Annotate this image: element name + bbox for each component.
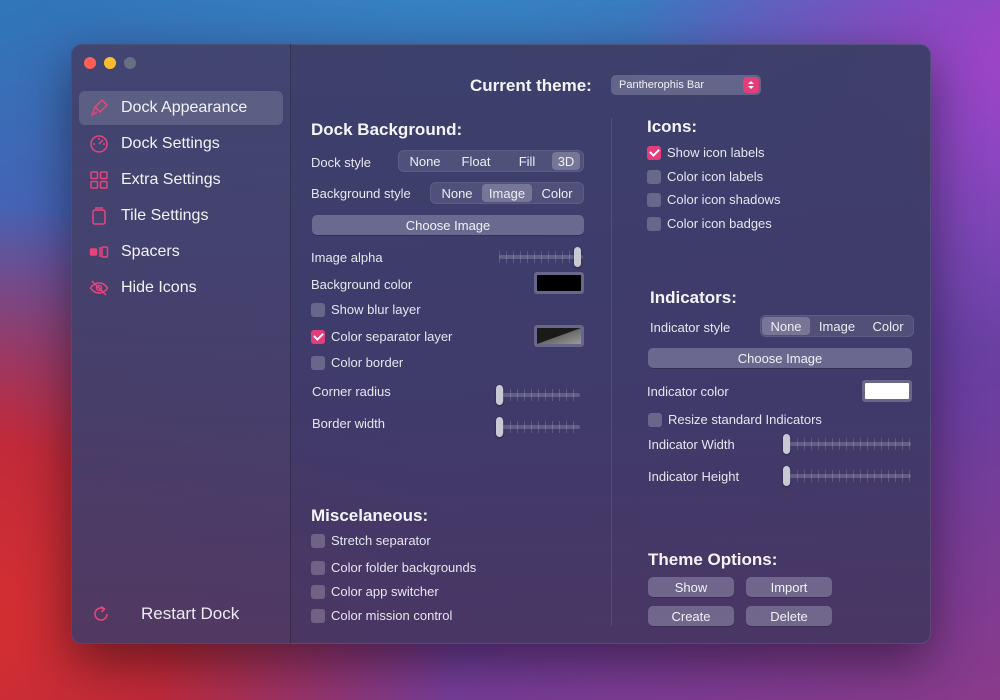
current-theme-label: Current theme:	[470, 76, 592, 95]
indicator-style-none[interactable]: None	[762, 317, 810, 335]
background-color-well[interactable]	[534, 272, 584, 294]
indicator-height-knob[interactable]	[783, 466, 790, 486]
icons-title: Icons:	[647, 117, 698, 136]
sidebar-item-hide-icons[interactable]: Hide Icons	[79, 271, 283, 305]
grid-icon	[89, 170, 109, 190]
indicator-style-image[interactable]: Image	[810, 317, 864, 335]
indicator-height-slider[interactable]	[783, 466, 911, 486]
image-alpha-slider[interactable]	[499, 247, 583, 267]
chevron-updown-icon	[743, 77, 759, 93]
indicator-style-label: Indicator style	[650, 320, 731, 335]
eye-slash-icon	[89, 278, 109, 298]
sidebar-item-dock-appearance[interactable]: Dock Appearance	[79, 91, 283, 125]
restart-dock-button[interactable]: Restart Dock	[91, 604, 239, 624]
brush-icon	[89, 98, 109, 118]
window-controls	[84, 57, 136, 69]
color-mission-control-checkbox[interactable]: Color mission control	[311, 608, 452, 623]
image-alpha-label: Image alpha	[311, 250, 383, 265]
background-color-label: Background color	[311, 277, 413, 292]
create-theme-button[interactable]: Create	[648, 606, 734, 626]
background-style-segmented: None Image Color	[430, 182, 584, 204]
show-blur-layer-checkbox[interactable]: Show blur layer	[311, 302, 421, 317]
minimize-window-button[interactable]	[104, 57, 116, 69]
sidebar-item-label: Dock Settings	[121, 135, 220, 152]
dock-background-title: Dock Background:	[311, 120, 463, 139]
indicator-style-color[interactable]: Color	[864, 317, 912, 335]
choose-indicator-image-button[interactable]: Choose Image	[648, 348, 912, 368]
corner-radius-slider[interactable]	[496, 385, 580, 405]
indicator-height-label: Indicator Height	[648, 469, 740, 484]
restart-icon	[94, 605, 108, 621]
column-divider	[611, 118, 612, 626]
spacer-icon	[89, 242, 109, 262]
sidebar: Dock Appearance Dock Settings Extra Sett…	[71, 44, 291, 644]
separator-color-fill	[537, 328, 581, 344]
background-style-label: Background style	[311, 186, 411, 201]
color-border-checkbox[interactable]: Color border	[311, 355, 403, 370]
background-color-fill	[537, 275, 581, 291]
theme-select-value: Pantherophis Bar	[619, 79, 704, 91]
indicator-style-segmented: None Image Color	[760, 315, 914, 337]
color-app-switcher-checkbox[interactable]: Color app switcher	[311, 584, 439, 599]
resize-standard-indicators-checkbox[interactable]: Resize standard Indicators	[648, 412, 822, 427]
choose-background-image-button[interactable]: Choose Image	[312, 215, 584, 235]
indicator-width-slider[interactable]	[783, 434, 911, 454]
corner-radius-knob[interactable]	[496, 385, 503, 405]
border-width-slider[interactable]	[496, 417, 580, 437]
gauge-icon	[89, 134, 109, 154]
background-style-image[interactable]: Image	[482, 184, 532, 202]
sidebar-item-label: Hide Icons	[121, 279, 197, 296]
sidebar-item-label: Dock Appearance	[121, 99, 248, 116]
misc-title: Miscelaneous:	[311, 506, 429, 525]
border-width-label: Border width	[312, 416, 385, 431]
corner-radius-label: Corner radius	[312, 384, 391, 399]
border-width-knob[interactable]	[496, 417, 503, 437]
dock-style-float[interactable]: Float	[450, 152, 502, 170]
close-window-button[interactable]	[84, 57, 96, 69]
tile-icon	[89, 206, 109, 226]
delete-theme-button[interactable]: Delete	[746, 606, 832, 626]
app-window: Dock Appearance Dock Settings Extra Sett…	[71, 44, 931, 644]
sidebar-item-label: Extra Settings	[121, 171, 221, 188]
show-theme-button[interactable]: Show	[648, 577, 734, 597]
indicator-width-label: Indicator Width	[648, 437, 735, 452]
sidebar-item-spacers[interactable]: Spacers	[79, 235, 283, 269]
image-alpha-knob[interactable]	[573, 247, 581, 267]
dock-style-label: Dock style	[311, 155, 371, 170]
sidebar-item-label: Spacers	[121, 243, 180, 260]
sidebar-nav: Dock Appearance Dock Settings Extra Sett…	[79, 91, 283, 307]
sidebar-item-tile-settings[interactable]: Tile Settings	[79, 199, 283, 233]
separator-color-well[interactable]	[534, 325, 584, 347]
dock-style-3d[interactable]: 3D	[552, 152, 580, 170]
color-separator-layer-checkbox[interactable]: Color separator layer	[311, 329, 452, 344]
background-style-none[interactable]: None	[432, 184, 482, 202]
theme-select[interactable]: Pantherophis Bar	[611, 75, 761, 95]
color-icon-badges-checkbox[interactable]: Color icon badges	[647, 216, 772, 231]
dock-style-segmented: None Float Fill 3D	[398, 150, 584, 172]
indicator-color-label: Indicator color	[647, 384, 729, 399]
color-icon-labels-checkbox[interactable]: Color icon labels	[647, 169, 763, 184]
indicator-width-knob[interactable]	[783, 434, 790, 454]
sidebar-item-extra-settings[interactable]: Extra Settings	[79, 163, 283, 197]
theme-options-title: Theme Options:	[648, 550, 778, 569]
sidebar-item-label: Tile Settings	[121, 207, 209, 224]
show-icon-labels-checkbox[interactable]: Show icon labels	[647, 145, 765, 160]
indicator-color-well[interactable]	[862, 380, 912, 402]
restart-dock-label: Restart Dock	[141, 604, 240, 623]
background-style-color[interactable]: Color	[532, 184, 582, 202]
color-icon-shadows-checkbox[interactable]: Color icon shadows	[647, 192, 780, 207]
sidebar-item-dock-settings[interactable]: Dock Settings	[79, 127, 283, 161]
stretch-separator-checkbox[interactable]: Stretch separator	[311, 533, 431, 548]
color-folder-backgrounds-checkbox[interactable]: Color folder backgrounds	[311, 560, 476, 575]
dock-style-none[interactable]: None	[400, 152, 450, 170]
indicator-color-fill	[865, 383, 909, 399]
dock-style-fill[interactable]: Fill	[502, 152, 552, 170]
zoom-window-button[interactable]	[124, 57, 136, 69]
indicators-title: Indicators:	[650, 288, 737, 307]
import-theme-button[interactable]: Import	[746, 577, 832, 597]
